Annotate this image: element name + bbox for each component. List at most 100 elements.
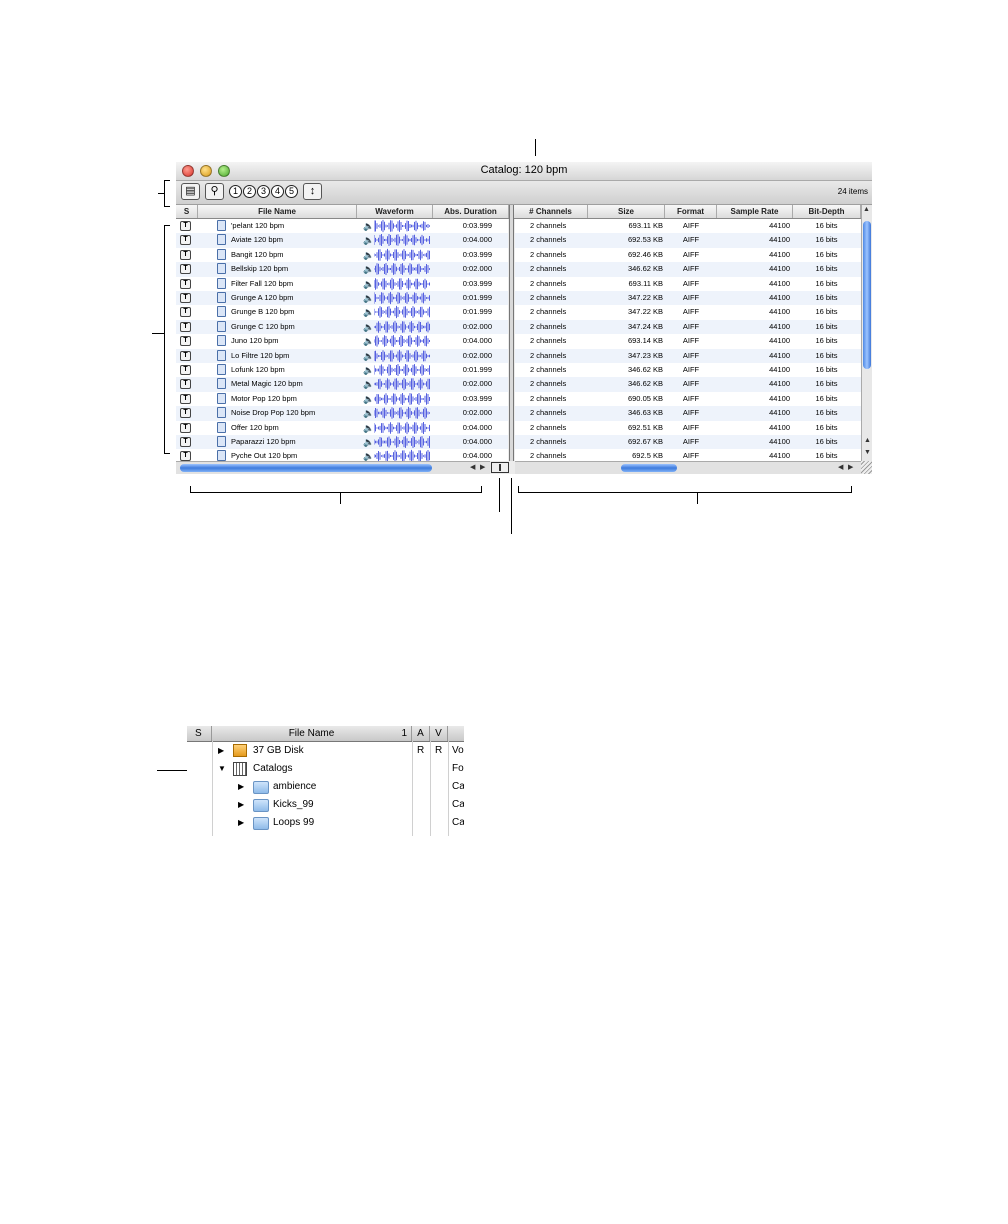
column-header-file-name[interactable]: File Name — [198, 205, 357, 218]
type-badge[interactable]: T — [180, 336, 191, 347]
table-row[interactable]: T Motor Pop 120 bpm 🔈 0:03.999 — [176, 392, 508, 406]
browser-row[interactable]: ▶ Loops 99 Ca — [187, 814, 464, 832]
table-row[interactable]: T Pyche Out 120 bpm 🔈 0:04.000 — [176, 449, 508, 461]
browser-column-v[interactable]: V — [430, 726, 448, 741]
table-row[interactable]: 2 channels 692.5 KB AIFF 44100 16 bits — [515, 449, 861, 461]
resize-grip-icon[interactable] — [861, 461, 872, 474]
browser-row[interactable]: ▶ Kicks_99 Ca — [187, 796, 464, 814]
sort-button[interactable]: ↕ — [303, 183, 322, 200]
type-badge[interactable]: T — [180, 393, 191, 404]
table-row[interactable]: T Juno 120 bpm 🔈 0:04.000 — [176, 334, 508, 348]
table-row[interactable]: 2 channels 347.23 KB AIFF 44100 16 bits — [515, 348, 861, 363]
type-badge[interactable]: T — [180, 365, 191, 375]
table-row[interactable]: 2 channels 346.62 KB AIFF 44100 16 bits — [515, 262, 861, 277]
table-row[interactable]: 2 channels 693.11 KB AIFF 44100 16 bits — [515, 277, 861, 291]
table-row[interactable]: 2 channels 347.22 KB AIFF 44100 16 bits — [515, 291, 861, 306]
table-row[interactable]: T Noise Drop Pop 120 bpm 🔈 0:02.000 — [176, 406, 508, 421]
table-row[interactable]: 2 channels 690.05 KB AIFF 44100 16 bits — [515, 392, 861, 406]
table-row[interactable]: 2 channels 693.11 KB AIFF 44100 16 bits — [515, 219, 861, 233]
split-pane-button[interactable] — [491, 462, 509, 473]
table-row[interactable]: 2 channels 346.62 KB AIFF 44100 16 bits — [515, 363, 861, 377]
speaker-icon[interactable]: 🔈 — [363, 235, 374, 245]
type-badge[interactable]: T — [180, 422, 191, 433]
speaker-icon[interactable]: 🔈 — [363, 336, 374, 346]
disclosure-triangle-open-icon[interactable]: ▼ — [218, 760, 226, 778]
table-row[interactable]: 2 channels 346.62 KB AIFF 44100 16 bits — [515, 377, 861, 392]
browser-row[interactable]: ▶ ambience Ca — [187, 778, 464, 796]
speaker-icon[interactable]: 🔈 — [363, 264, 374, 274]
speaker-icon[interactable]: 🔈 — [363, 293, 374, 303]
column-header-bit-depth[interactable]: Bit-Depth — [793, 205, 861, 218]
type-badge[interactable]: T — [180, 249, 191, 260]
column-header-channels[interactable]: # Channels — [514, 205, 588, 218]
rating-button-4[interactable]: 4 — [271, 185, 284, 198]
table-row[interactable]: T Bangit 120 bpm 🔈 0:03.999 — [176, 248, 508, 262]
table-row[interactable]: 2 channels 692.53 KB AIFF 44100 16 bits — [515, 233, 861, 248]
rating-button-3[interactable]: 3 — [257, 185, 270, 198]
scroll-left-icon[interactable]: ◀ — [470, 463, 475, 471]
column-header-s[interactable]: S — [176, 205, 198, 218]
catalog-button[interactable]: ▤ — [181, 183, 200, 200]
rating-button-2[interactable]: 2 — [243, 185, 256, 198]
speaker-icon[interactable]: 🔈 — [363, 322, 374, 332]
speaker-icon[interactable]: 🔈 — [363, 379, 374, 389]
speaker-icon[interactable]: 🔈 — [363, 279, 374, 289]
table-row[interactable]: T Grunge A 120 bpm 🔈 0:01.999 — [176, 291, 508, 306]
left-horizontal-scroll-thumb[interactable] — [180, 464, 432, 472]
disclosure-triangle-closed-icon[interactable]: ▶ — [238, 814, 244, 832]
type-badge[interactable]: T — [180, 278, 191, 289]
right-horizontal-scrollbar[interactable]: ◀ ▶ — [515, 461, 861, 474]
table-row[interactable]: 2 channels 692.46 KB AIFF 44100 16 bits — [515, 248, 861, 262]
speaker-icon[interactable]: 🔈 — [363, 307, 374, 317]
speaker-icon[interactable]: 🔈 — [363, 451, 374, 461]
scroll-down-icon[interactable]: ▼ — [864, 449, 871, 456]
table-row[interactable]: T Paparazzi 120 bpm 🔈 0:04.000 — [176, 435, 508, 450]
table-row[interactable]: 2 channels 692.51 KB AIFF 44100 16 bits — [515, 421, 861, 435]
table-row[interactable]: 2 channels 347.24 KB AIFF 44100 16 bits — [515, 319, 861, 335]
speaker-icon[interactable]: 🔈 — [363, 351, 374, 361]
type-badge[interactable]: T — [180, 379, 191, 390]
type-badge[interactable]: T — [180, 235, 191, 246]
table-row[interactable]: T Filter Fall 120 bpm 🔈 0:03.999 — [176, 277, 508, 291]
table-row[interactable]: T 'pelant 120 bpm 🔈 0:03.999 — [176, 219, 508, 233]
table-row[interactable]: T Lo Filtre 120 bpm 🔈 0:02.000 — [176, 348, 508, 363]
table-row[interactable]: T Lofunk 120 bpm 🔈 0:01.999 — [176, 363, 508, 377]
rating-button-1[interactable]: 1 — [229, 185, 242, 198]
table-row[interactable]: 2 channels 693.14 KB AIFF 44100 16 bits — [515, 334, 861, 348]
disclosure-triangle-closed-icon[interactable]: ▶ — [238, 778, 244, 796]
type-badge[interactable]: T — [180, 451, 191, 461]
speaker-icon[interactable]: 🔈 — [363, 250, 374, 260]
browser-row[interactable]: ▶ 37 GB Disk R R Vo — [187, 742, 464, 760]
left-horizontal-scrollbar[interactable]: ◀ ▶ — [176, 461, 490, 474]
type-badge[interactable]: T — [180, 307, 191, 318]
type-badge[interactable]: T — [180, 408, 191, 419]
scroll-right-icon[interactable]: ▶ — [480, 463, 485, 471]
scroll-right-icon[interactable]: ▶ — [848, 463, 853, 471]
scroll-top-icon[interactable]: ▲ — [863, 206, 870, 213]
table-row[interactable]: T Offer 120 bpm 🔈 0:04.000 — [176, 421, 508, 435]
table-row[interactable]: T Grunge C 120 bpm 🔈 0:02.000 — [176, 319, 508, 335]
scroll-up-icon[interactable]: ▲ — [864, 437, 871, 444]
type-badge[interactable]: T — [180, 321, 191, 332]
browser-column-s[interactable]: S — [187, 726, 212, 741]
vertical-scrollbar[interactable]: ▲ ▲ ▼ — [861, 205, 872, 461]
disclosure-triangle-closed-icon[interactable]: ▶ — [238, 796, 244, 814]
vertical-scroll-thumb[interactable] — [863, 221, 871, 369]
table-row[interactable]: T Aviate 120 bpm 🔈 0:04.000 — [176, 233, 508, 248]
column-header-duration[interactable]: Abs. Duration — [433, 205, 509, 218]
speaker-icon[interactable]: 🔈 — [363, 437, 374, 447]
table-row[interactable]: T Metal Magic 120 bpm 🔈 0:02.000 — [176, 377, 508, 392]
browser-column-a[interactable]: A — [412, 726, 430, 741]
column-header-format[interactable]: Format — [665, 205, 717, 218]
speaker-icon[interactable]: 🔈 — [363, 408, 374, 418]
column-header-waveform[interactable]: Waveform — [357, 205, 433, 218]
type-badge[interactable]: T — [180, 350, 191, 361]
browser-column-file-name[interactable]: File Name 1 — [212, 726, 412, 741]
browser-row[interactable]: ▼ Catalogs Fol — [187, 760, 464, 778]
scroll-left-icon[interactable]: ◀ — [838, 463, 843, 471]
speaker-icon[interactable]: 🔈 — [363, 365, 374, 375]
table-row[interactable]: 2 channels 692.67 KB AIFF 44100 16 bits — [515, 435, 861, 450]
type-badge[interactable]: T — [180, 437, 191, 447]
search-button[interactable]: ⚲ — [205, 183, 224, 200]
table-row[interactable]: T Bellskip 120 bpm 🔈 0:02.000 — [176, 262, 508, 277]
